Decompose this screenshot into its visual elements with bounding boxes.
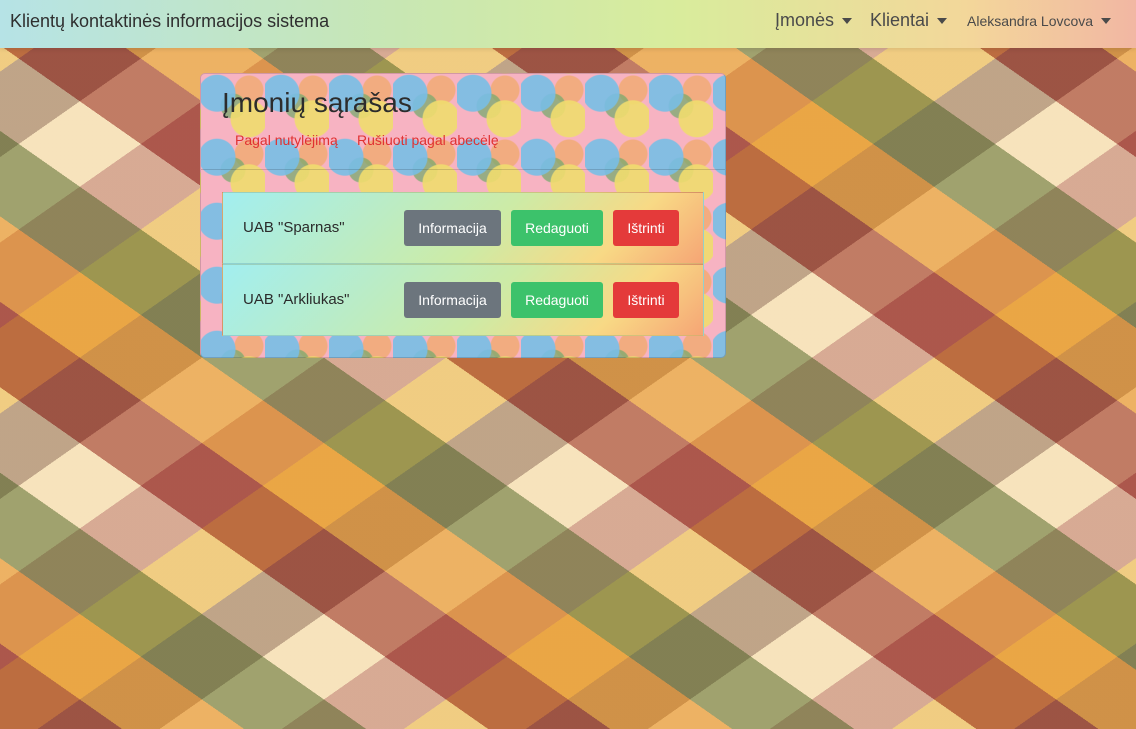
divider (201, 169, 725, 170)
app-brand[interactable]: Klientų kontaktinės informacijos sistema (10, 11, 329, 32)
caret-down-icon (842, 17, 853, 24)
list-item: UAB "Sparnas" Informacija Redaguoti Ištr… (222, 192, 704, 264)
user-name: Aleksandra Lovcova (967, 13, 1094, 29)
user-menu[interactable]: Aleksandra Lovcova (967, 13, 1112, 29)
delete-button[interactable]: Ištrinti (613, 282, 679, 318)
sort-alphabet-link[interactable]: Rušiuoti pagal abecėlę (357, 132, 499, 148)
caret-down-icon (937, 17, 948, 24)
top-navbar: Klientų kontaktinės informacijos sistema… (0, 0, 1136, 48)
caret-down-icon (1101, 18, 1112, 24)
company-list-panel: Įmonių sąrašas Pagal nutylėjimą Rušiuoti… (200, 73, 726, 358)
info-button[interactable]: Informacija (404, 282, 501, 318)
delete-button[interactable]: Ištrinti (613, 210, 679, 246)
edit-button[interactable]: Redaguoti (511, 282, 603, 318)
company-name: UAB "Arkliukas" (243, 291, 350, 308)
info-button[interactable]: Informacija (404, 210, 501, 246)
menu-companies[interactable]: Įmonės (775, 10, 853, 31)
list-item: UAB "Arkliukas" Informacija Redaguoti Iš… (222, 264, 704, 336)
sort-default-link[interactable]: Pagal nutylėjimą (235, 132, 338, 148)
company-name: UAB "Sparnas" (243, 219, 345, 236)
menu-companies-label: Įmonės (775, 10, 835, 30)
page-title: Įmonių sąrašas (222, 87, 412, 118)
menu-clients-label: Klientai (870, 10, 930, 30)
edit-button[interactable]: Redaguoti (511, 210, 603, 246)
menu-clients[interactable]: Klientai (870, 10, 948, 31)
